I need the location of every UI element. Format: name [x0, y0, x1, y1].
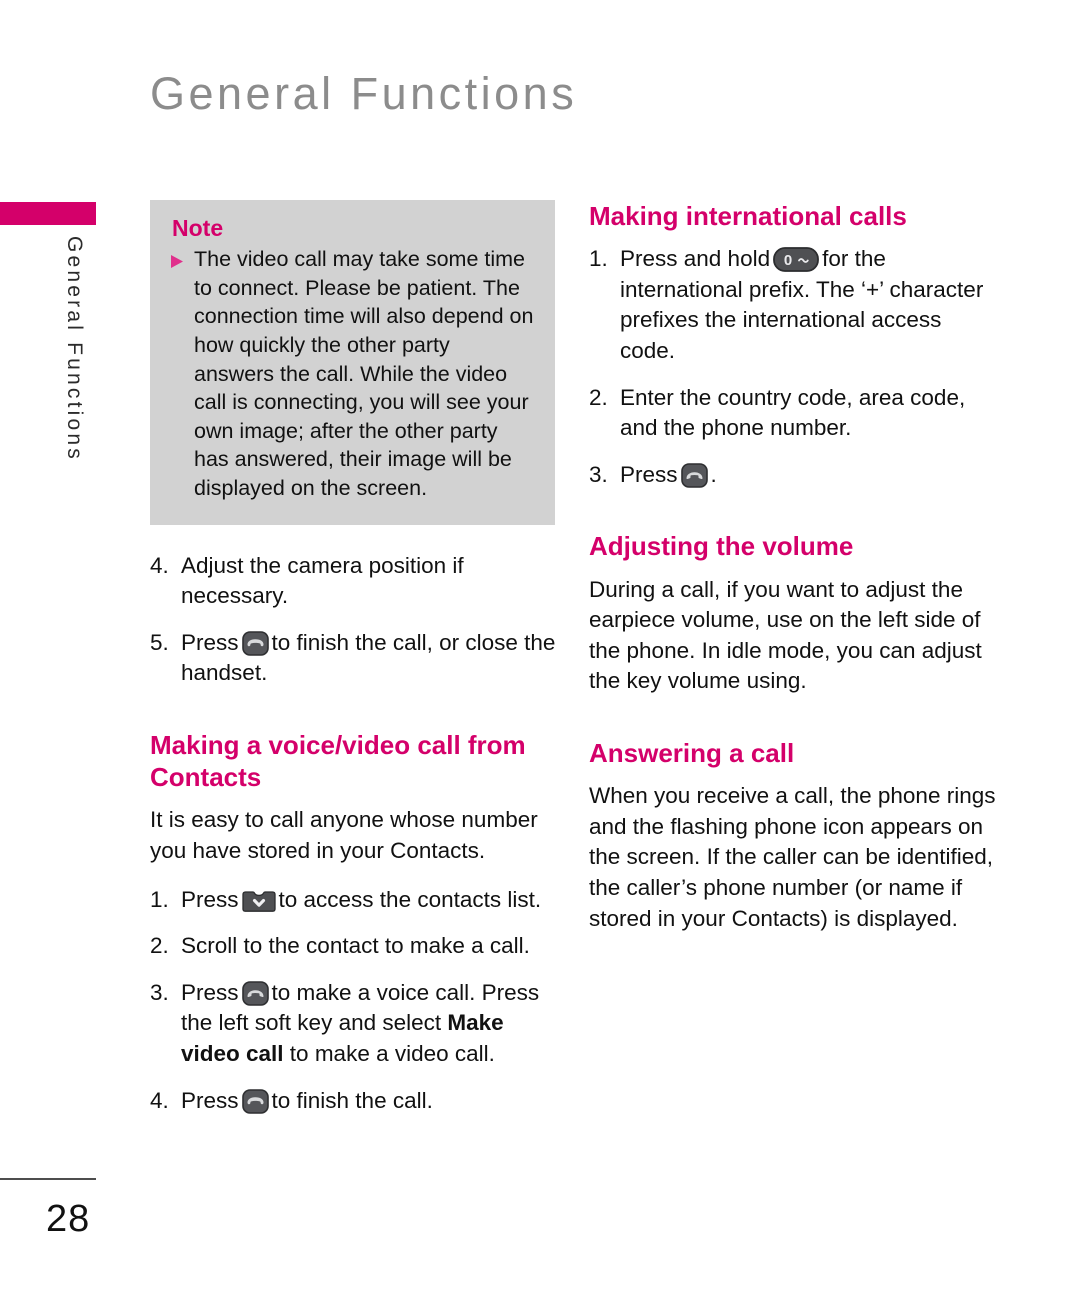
- note-box: Note The video call may take some time t…: [150, 200, 555, 525]
- list-item: 1. Press and hold 0 for the international …: [589, 244, 999, 366]
- list-item: 4. Press to finish the call.: [150, 1086, 560, 1117]
- list-item-text-post: to finish the call.: [271, 1087, 433, 1113]
- section-heading-contacts-call: Making a voice/video call from Contacts: [150, 730, 526, 793]
- list-item-text-post: .: [710, 461, 717, 487]
- zero-key-icon: 0: [773, 247, 820, 273]
- send-call-key-icon: [241, 981, 269, 1006]
- list-item-number: 3.: [150, 979, 169, 1005]
- contacts-key-icon: [241, 891, 276, 913]
- list-item-number: 1.: [589, 246, 608, 272]
- end-call-key-icon: [241, 1088, 269, 1114]
- contacts-intro-paragraph: It is easy to call anyone whose number y…: [150, 807, 538, 864]
- list-item-text-pre: Press: [181, 1087, 239, 1113]
- list-item: 2. Enter the country code, area code, an…: [589, 383, 999, 444]
- end-call-key-icon: [241, 631, 269, 656]
- list-item-text-post: to make a video call.: [283, 1041, 495, 1067]
- list-item-number: 2.: [150, 933, 169, 959]
- list-item-text: Adjust the camera position if necessary.: [181, 552, 464, 609]
- list-item: 1. Press to access the contacts list.: [150, 885, 560, 916]
- list-item-text-post: to access the contacts list.: [278, 886, 542, 912]
- list-item-text-pre: Press: [181, 979, 239, 1005]
- list-item: 4. Adjust the camera position if necessa…: [150, 551, 560, 612]
- list-item: 3. Press.: [589, 460, 999, 491]
- list-item-number: 1.: [150, 886, 169, 912]
- footer-divider: [0, 1178, 96, 1180]
- right-column: Making international calls 1. Press and …: [589, 200, 999, 952]
- send-call-key-icon: [680, 462, 708, 488]
- svg-text:0: 0: [784, 252, 792, 269]
- list-item-text: Enter the country code, area code, and t…: [620, 384, 966, 441]
- list-item-text-pre: Press: [181, 886, 239, 912]
- list-item-number: 4.: [150, 552, 169, 578]
- triangle-right-icon: [170, 254, 184, 274]
- list-item-text: Scroll to the contact to make a call.: [181, 933, 530, 959]
- list-item: 3. Press to make a voice call. Press the …: [150, 978, 560, 1070]
- list-item-number: 5.: [150, 629, 169, 655]
- list-item-number: 4.: [150, 1087, 169, 1113]
- answering-paragraph: When you receive a call, the phone rings…: [589, 783, 996, 931]
- note-heading: Note: [172, 215, 224, 241]
- page-title: General Functions: [150, 68, 578, 119]
- note-item: The video call may take some time to con…: [170, 245, 535, 502]
- section-heading-adjusting-volume: Adjusting the volume: [589, 531, 854, 562]
- list-item-text-pre: Press: [181, 629, 239, 655]
- page-number: 28: [46, 1198, 91, 1240]
- note-text: The video call may take some time to con…: [194, 247, 534, 501]
- list-item-number: 3.: [589, 461, 608, 487]
- section-heading-answering-call: Answering a call: [589, 738, 795, 768]
- list-item-text-pre: Press and hold: [620, 246, 771, 272]
- left-column: Note The video call may take some time t…: [150, 200, 560, 1132]
- list-item-number: 2.: [589, 384, 608, 410]
- list-item-text-pre: Press: [620, 461, 678, 487]
- side-vertical-label-wrap: General Functions: [62, 236, 86, 536]
- list-item: 2. Scroll to the contact to make a call.: [150, 931, 560, 962]
- section-heading-international-calls: Making international calls: [589, 201, 907, 231]
- side-vertical-label: General Functions: [63, 236, 86, 462]
- volume-paragraph: During a call, if you want to adjust the…: [589, 576, 982, 694]
- list-item: 5. Press to finish the call, or close the…: [150, 628, 560, 689]
- side-tab-accent-bar: [0, 202, 96, 225]
